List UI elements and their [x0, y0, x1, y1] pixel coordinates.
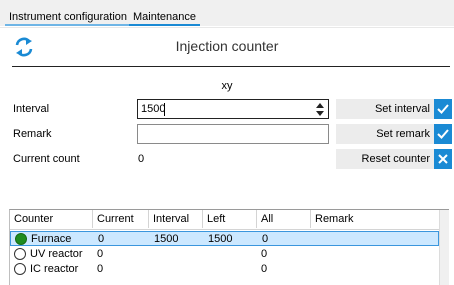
current-count-label: Current count [13, 153, 80, 165]
remark-input[interactable] [137, 124, 329, 144]
cell-counter: IC reactor [30, 263, 79, 275]
cell-interval: 1500 [154, 233, 179, 245]
set-remark-button[interactable]: Set remark [336, 124, 452, 144]
cell-counter: Furnace [31, 233, 72, 245]
check-icon [434, 124, 452, 144]
cell-left: 1500 [208, 233, 233, 245]
table-row[interactable]: IC reactor 0 0 [10, 262, 439, 277]
check-icon [434, 99, 452, 119]
table-header: Counter Current Interval Left All Remark [10, 210, 439, 229]
column-header-interval[interactable]: Interval [149, 210, 203, 228]
page-title: Injection counter [175, 38, 279, 54]
current-count-value: 0 [138, 153, 145, 165]
text-caret [164, 103, 165, 116]
spin-arrows-icon[interactable] [316, 103, 324, 116]
table-row[interactable]: UV reactor 0 0 [10, 247, 439, 262]
tab-bar: Instrument configuration Maintenance [0, 0, 454, 26]
header-divider [10, 229, 439, 230]
interval-stepper[interactable]: 1500 [137, 99, 329, 119]
radio-unselected-icon[interactable] [14, 263, 26, 275]
radio-unselected-icon[interactable] [14, 248, 26, 260]
cell-counter: UV reactor [30, 248, 83, 260]
counter-table: Counter Current Interval Left All Remark… [9, 209, 449, 285]
column-header-remark[interactable]: Remark [311, 210, 439, 228]
column-header-current[interactable]: Current [93, 210, 149, 228]
interval-label: Interval [13, 103, 50, 115]
tab-instrument-configuration[interactable]: Instrument configuration [4, 9, 132, 26]
close-icon [434, 149, 452, 169]
tab-maintenance[interactable]: Maintenance [129, 9, 200, 26]
cell-current: 0 [97, 248, 104, 260]
cell-all: 0 [261, 248, 268, 260]
cell-current: 0 [97, 263, 104, 275]
remark-label: Remark [13, 128, 52, 140]
reset-counter-label: Reset counter [361, 153, 430, 165]
column-header-left[interactable]: Left [203, 210, 257, 228]
set-remark-label: Set remark [376, 128, 430, 140]
title-divider [12, 66, 450, 67]
vertical-scrollbar[interactable] [439, 210, 449, 285]
radio-selected-icon[interactable] [15, 233, 27, 245]
cell-all: 0 [261, 263, 268, 275]
reset-counter-button[interactable]: Reset counter [336, 149, 452, 169]
instrument-name: xy [221, 80, 233, 92]
cell-all: 0 [262, 233, 269, 245]
interval-value: 1500 [141, 103, 166, 115]
table-row[interactable]: Furnace 0 1500 1500 0 [10, 231, 439, 246]
cell-current: 0 [98, 233, 105, 245]
set-interval-button[interactable]: Set interval [336, 99, 452, 119]
column-header-counter[interactable]: Counter [10, 210, 93, 228]
set-interval-label: Set interval [374, 103, 430, 115]
column-header-all[interactable]: All [257, 210, 311, 228]
tab-divider [0, 27, 454, 28]
